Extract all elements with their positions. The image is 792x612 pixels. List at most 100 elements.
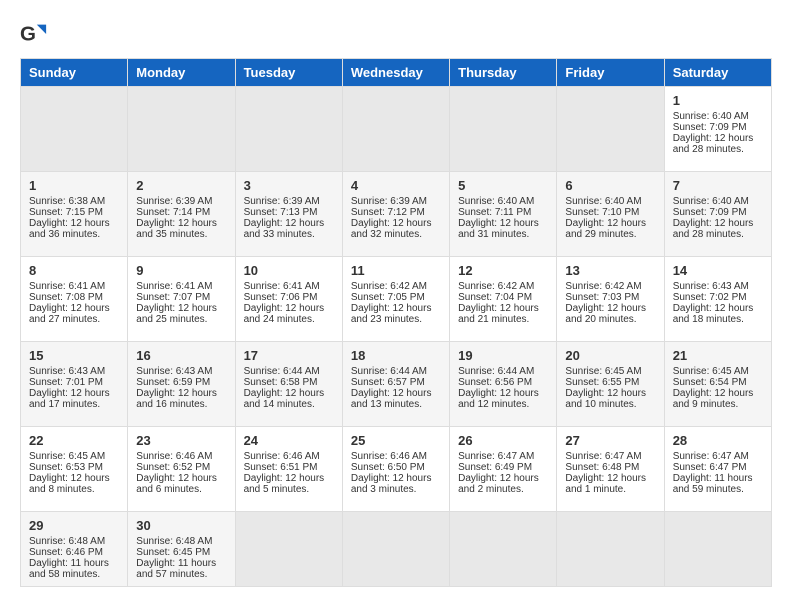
weekday-header: Friday — [557, 59, 664, 87]
daylight-text: Daylight: 12 hours and 12 minutes. — [458, 388, 548, 410]
daylight-text: Daylight: 12 hours and 6 minutes. — [136, 473, 226, 495]
day-number: 21 — [673, 348, 763, 363]
sunrise-text: Sunrise: 6:46 AM — [136, 451, 226, 462]
daylight-text: Daylight: 12 hours and 27 minutes. — [29, 303, 119, 325]
sunset-text: Sunset: 6:45 PM — [136, 547, 226, 558]
calendar-cell: 11Sunrise: 6:42 AMSunset: 7:05 PMDayligh… — [342, 257, 449, 342]
calendar-cell: 26Sunrise: 6:47 AMSunset: 6:49 PMDayligh… — [450, 427, 557, 512]
daylight-text: Daylight: 12 hours and 33 minutes. — [244, 218, 334, 240]
day-number: 1 — [673, 93, 763, 108]
calendar-cell: 12Sunrise: 6:42 AMSunset: 7:04 PMDayligh… — [450, 257, 557, 342]
logo: G — [20, 20, 52, 48]
sunrise-text: Sunrise: 6:40 AM — [673, 111, 763, 122]
daylight-text: Daylight: 12 hours and 24 minutes. — [244, 303, 334, 325]
sunrise-text: Sunrise: 6:48 AM — [29, 536, 119, 547]
sunrise-text: Sunrise: 6:40 AM — [458, 196, 548, 207]
calendar-cell — [557, 87, 664, 172]
calendar-cell — [664, 512, 771, 587]
calendar-cell — [21, 87, 128, 172]
daylight-text: Daylight: 12 hours and 29 minutes. — [565, 218, 655, 240]
sunset-text: Sunset: 6:48 PM — [565, 462, 655, 473]
sunset-text: Sunset: 7:13 PM — [244, 207, 334, 218]
calendar-cell — [342, 87, 449, 172]
calendar-cell: 27Sunrise: 6:47 AMSunset: 6:48 PMDayligh… — [557, 427, 664, 512]
day-number: 28 — [673, 433, 763, 448]
calendar-cell: 28 Sunrise: 6:47 AMSunset: 6:47 PMDayligh… — [664, 427, 771, 512]
weekday-header: Tuesday — [235, 59, 342, 87]
sunrise-text: Sunrise: 6:38 AM — [29, 196, 119, 207]
calendar-cell: 5Sunrise: 6:40 AMSunset: 7:11 PMDaylight… — [450, 172, 557, 257]
daylight-text: Daylight: 11 hours and 58 minutes. — [29, 558, 119, 580]
calendar-cell: 3Sunrise: 6:39 AMSunset: 7:13 PMDaylight… — [235, 172, 342, 257]
calendar-cell — [128, 87, 235, 172]
sunrise-text: Sunrise: 6:39 AM — [351, 196, 441, 207]
sunset-text: Sunset: 6:51 PM — [244, 462, 334, 473]
daylight-text: Daylight: 11 hours and 57 minutes. — [136, 558, 226, 580]
day-number: 19 — [458, 348, 548, 363]
day-number: 23 — [136, 433, 226, 448]
daylight-text: Daylight: 12 hours and 8 minutes. — [29, 473, 119, 495]
calendar-cell — [235, 512, 342, 587]
daylight-text: Daylight: 12 hours and 28 minutes. — [673, 133, 763, 155]
sunrise-text: Sunrise: 6:43 AM — [673, 281, 763, 292]
sunrise-text: Sunrise: 6:40 AM — [673, 196, 763, 207]
sunrise-text: Sunrise: 6:44 AM — [458, 366, 548, 377]
weekday-header: Sunday — [21, 59, 128, 87]
calendar-cell: 7Sunrise: 6:40 AMSunset: 7:09 PMDaylight… — [664, 172, 771, 257]
sunset-text: Sunset: 7:12 PM — [351, 207, 441, 218]
calendar-table: SundayMondayTuesdayWednesdayThursdayFrid… — [20, 58, 772, 587]
daylight-text: Daylight: 12 hours and 2 minutes. — [458, 473, 548, 495]
calendar-cell: 18Sunrise: 6:44 AMSunset: 6:57 PMDayligh… — [342, 342, 449, 427]
calendar-cell: 29Sunrise: 6:48 AMSunset: 6:46 PMDayligh… — [21, 512, 128, 587]
daylight-text: Daylight: 11 hours and 59 minutes. — [673, 473, 763, 495]
calendar-cell: 14Sunrise: 6:43 AMSunset: 7:02 PMDayligh… — [664, 257, 771, 342]
calendar-cell: 30Sunrise: 6:48 AMSunset: 6:45 PMDayligh… — [128, 512, 235, 587]
daylight-text: Daylight: 12 hours and 20 minutes. — [565, 303, 655, 325]
day-number: 1 — [29, 178, 119, 193]
sunset-text: Sunset: 6:58 PM — [244, 377, 334, 388]
calendar-cell: 10Sunrise: 6:41 AMSunset: 7:06 PMDayligh… — [235, 257, 342, 342]
sunset-text: Sunset: 7:14 PM — [136, 207, 226, 218]
sunset-text: Sunset: 6:50 PM — [351, 462, 441, 473]
sunset-text: Sunset: 7:15 PM — [29, 207, 119, 218]
calendar-cell: 21Sunrise: 6:45 AMSunset: 6:54 PMDayligh… — [664, 342, 771, 427]
calendar-cell: 13Sunrise: 6:42 AMSunset: 7:03 PMDayligh… — [557, 257, 664, 342]
sunset-text: Sunset: 6:55 PM — [565, 377, 655, 388]
sunrise-text: Sunrise: 6:47 AM — [458, 451, 548, 462]
sunset-text: Sunset: 7:09 PM — [673, 207, 763, 218]
calendar-cell: 9Sunrise: 6:41 AMSunset: 7:07 PMDaylight… — [128, 257, 235, 342]
day-number: 17 — [244, 348, 334, 363]
sunset-text: Sunset: 6:54 PM — [673, 377, 763, 388]
sunset-text: Sunset: 7:04 PM — [458, 292, 548, 303]
daylight-text: Daylight: 12 hours and 5 minutes. — [244, 473, 334, 495]
daylight-text: Daylight: 12 hours and 32 minutes. — [351, 218, 441, 240]
sunset-text: Sunset: 6:59 PM — [136, 377, 226, 388]
sunset-text: Sunset: 7:02 PM — [673, 292, 763, 303]
sunrise-text: Sunrise: 6:44 AM — [351, 366, 441, 377]
weekday-header: Thursday — [450, 59, 557, 87]
daylight-text: Daylight: 12 hours and 10 minutes. — [565, 388, 655, 410]
day-number: 29 — [29, 518, 119, 533]
day-number: 25 — [351, 433, 441, 448]
sunrise-text: Sunrise: 6:41 AM — [244, 281, 334, 292]
sunrise-text: Sunrise: 6:42 AM — [351, 281, 441, 292]
day-number: 12 — [458, 263, 548, 278]
sunset-text: Sunset: 6:56 PM — [458, 377, 548, 388]
daylight-text: Daylight: 12 hours and 31 minutes. — [458, 218, 548, 240]
daylight-text: Daylight: 12 hours and 23 minutes. — [351, 303, 441, 325]
sunset-text: Sunset: 6:47 PM — [673, 462, 763, 473]
sunrise-text: Sunrise: 6:47 AM — [565, 451, 655, 462]
calendar-cell — [450, 87, 557, 172]
weekday-header: Monday — [128, 59, 235, 87]
daylight-text: Daylight: 12 hours and 25 minutes. — [136, 303, 226, 325]
sunrise-text: Sunrise: 6:46 AM — [351, 451, 441, 462]
sunrise-text: Sunrise: 6:47 AM — [673, 451, 763, 462]
sunrise-text: Sunrise: 6:45 AM — [29, 451, 119, 462]
calendar-cell: 24Sunrise: 6:46 AMSunset: 6:51 PMDayligh… — [235, 427, 342, 512]
sunrise-text: Sunrise: 6:39 AM — [244, 196, 334, 207]
day-number: 5 — [458, 178, 548, 193]
sunset-text: Sunset: 7:03 PM — [565, 292, 655, 303]
sunrise-text: Sunrise: 6:40 AM — [565, 196, 655, 207]
daylight-text: Daylight: 12 hours and 35 minutes. — [136, 218, 226, 240]
daylight-text: Daylight: 12 hours and 17 minutes. — [29, 388, 119, 410]
